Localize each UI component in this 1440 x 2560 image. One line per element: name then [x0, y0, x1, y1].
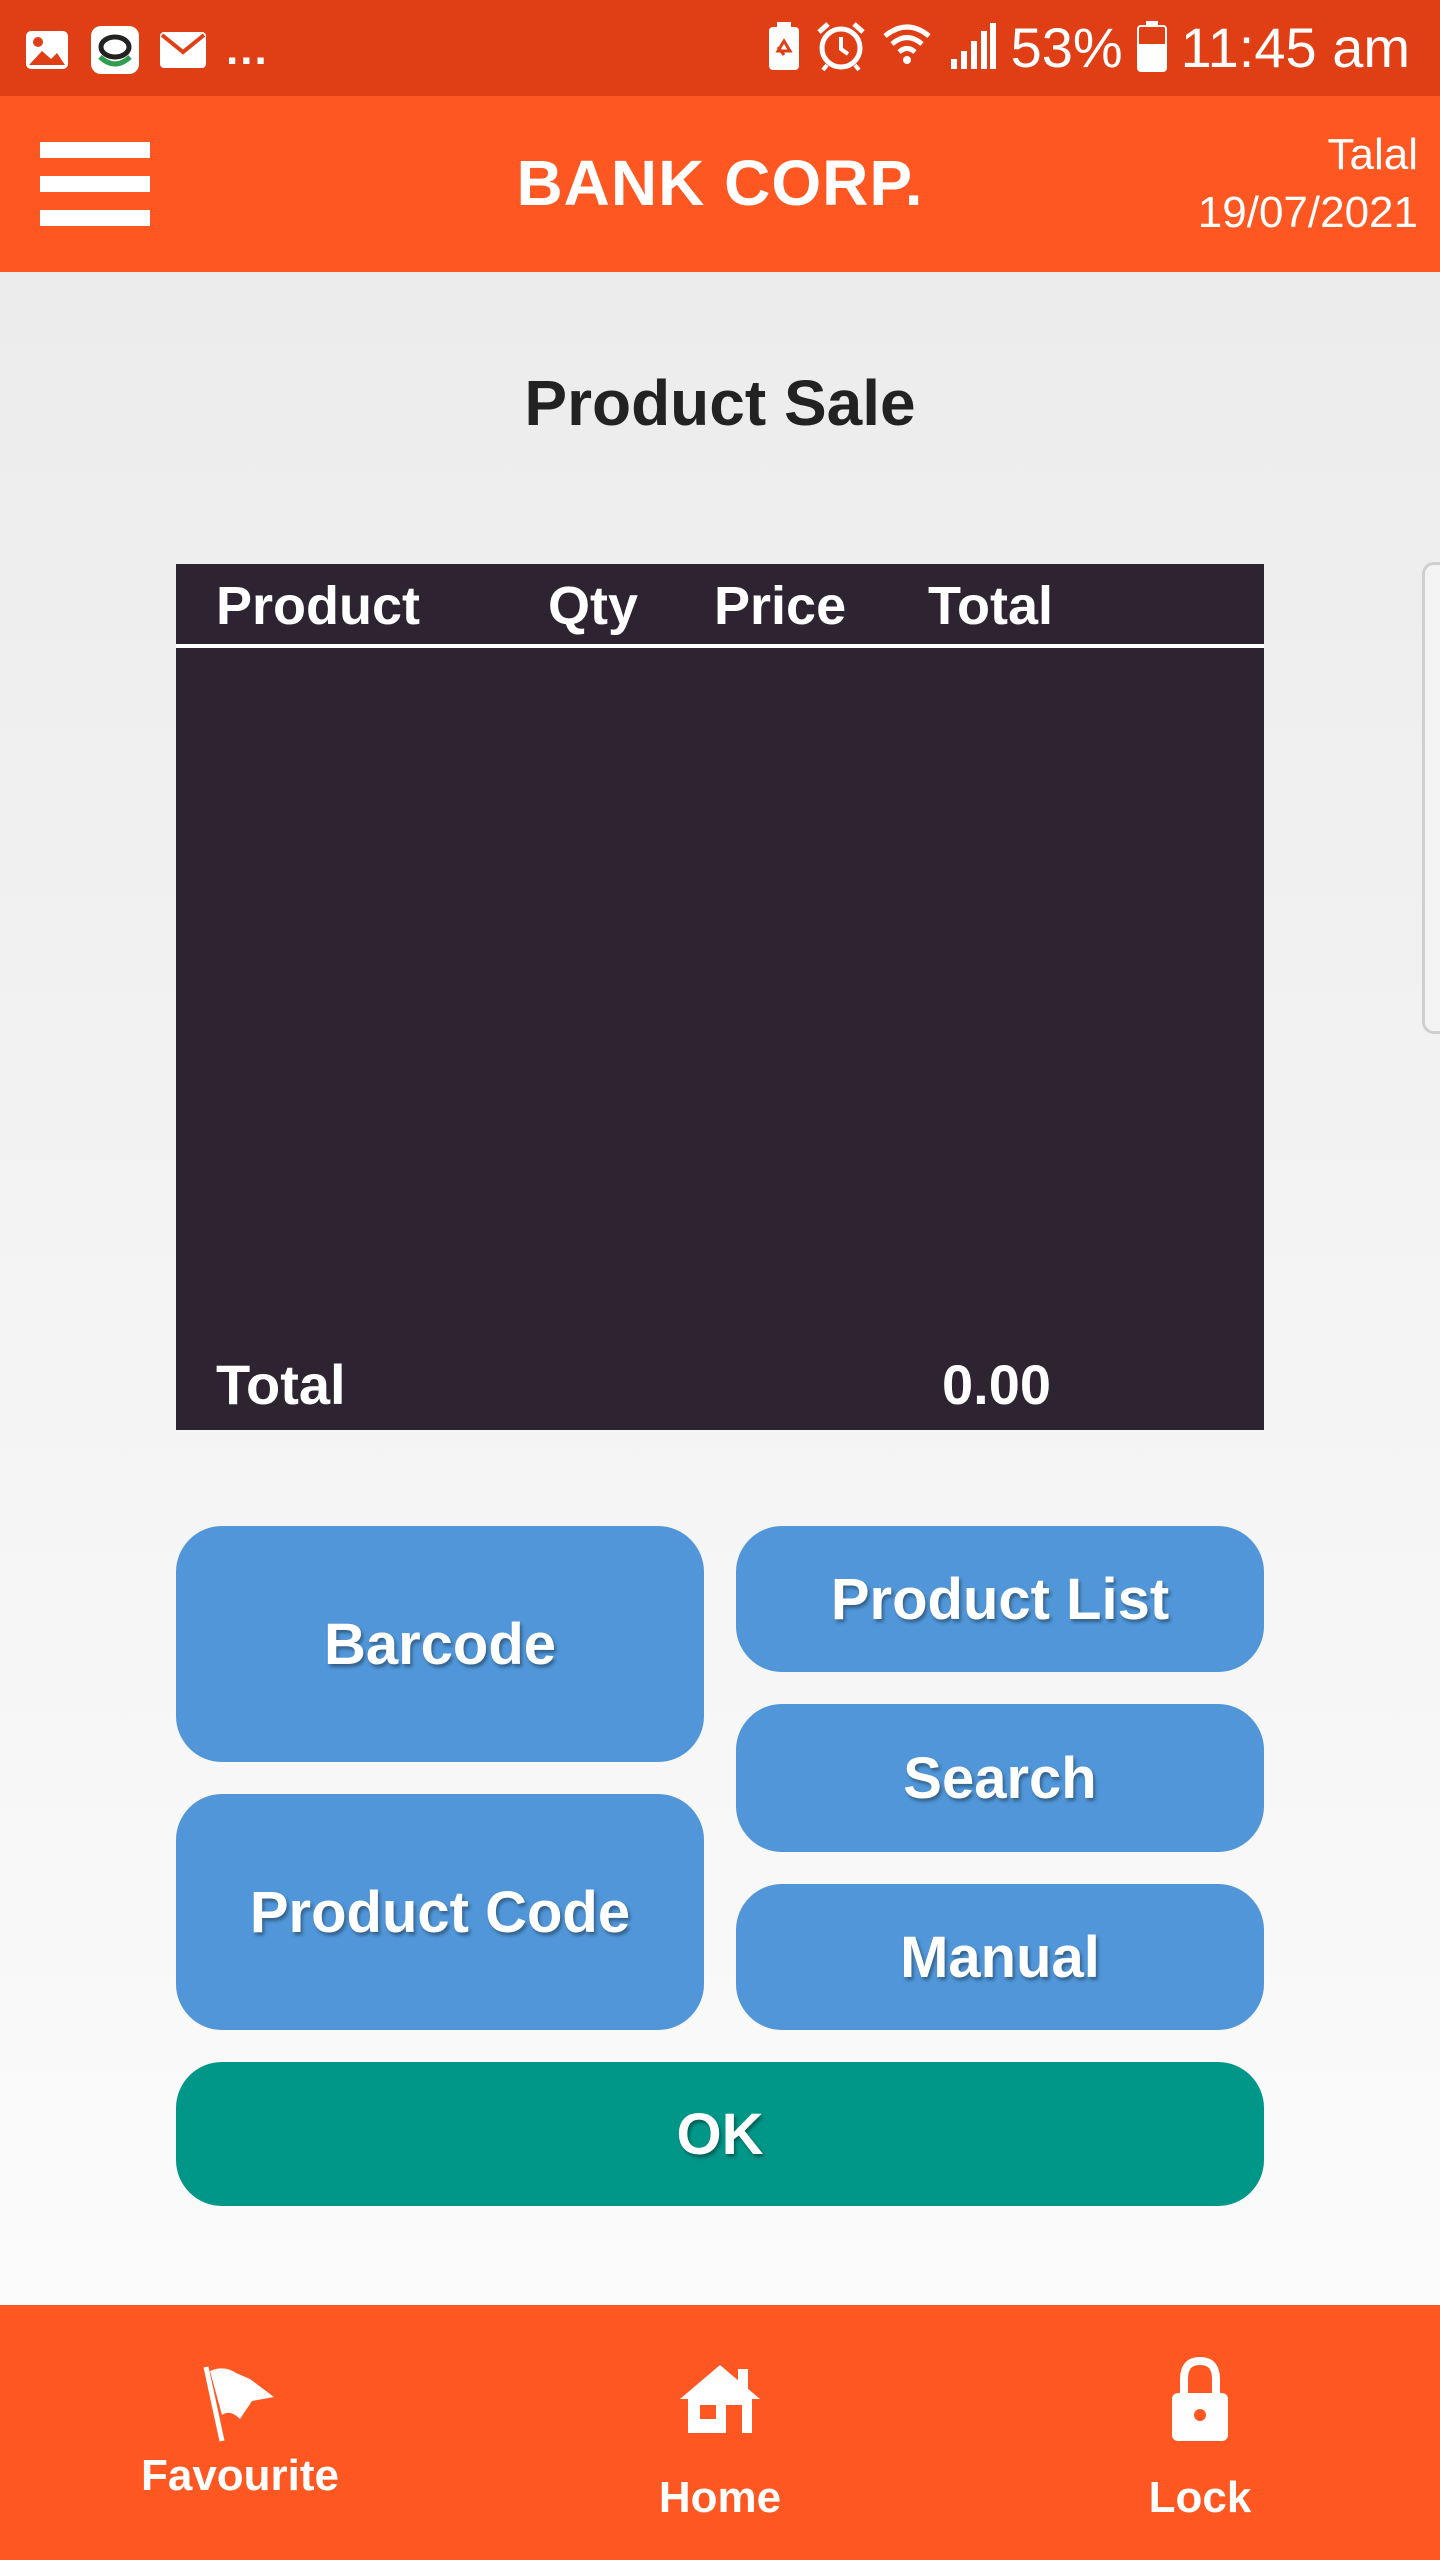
page-title: Product Sale [524, 367, 916, 439]
flag-icon [110, 2363, 370, 2445]
nav-item-home[interactable]: Home [590, 2305, 850, 2560]
mail-icon [158, 25, 208, 75]
nav-item-lock[interactable]: Lock [1070, 2305, 1330, 2560]
search-button[interactable]: Search [736, 1704, 1264, 1852]
gallery-icon [22, 25, 72, 75]
manual-button[interactable]: Manual [736, 1884, 1264, 2030]
lock-icon [1070, 2355, 1330, 2443]
table-header-row: Product Qty Price Total [176, 564, 1264, 648]
nav-label-favourite: Favourite [140, 2451, 340, 2500]
column-header-price: Price [714, 576, 847, 636]
current-date: 19/07/2021 [1197, 188, 1418, 237]
user-name: Talal [1327, 130, 1419, 179]
app-header: BANK CORP. Talal 19/07/2021 [0, 96, 1440, 272]
notification-icons: ... [22, 22, 269, 78]
battery-icon [1136, 20, 1167, 77]
app-notification-icon [90, 25, 140, 75]
total-value: 0.00 [942, 1353, 1051, 1416]
nav-item-favourite[interactable]: Favourite [110, 2305, 370, 2560]
side-panel-handle[interactable] [1422, 562, 1440, 1034]
product-code-button[interactable]: Product Code [176, 1794, 704, 2030]
barcode-button[interactable]: Barcode [176, 1526, 704, 1762]
ok-button[interactable]: OK [176, 2062, 1264, 2206]
product-list-button[interactable]: Product List [736, 1526, 1264, 1672]
home-icon [590, 2361, 850, 2437]
signal-icon [947, 21, 997, 76]
bottom-navigation: Favourite Home Lock [0, 2305, 1440, 2560]
status-bar: ... 53% 11:45 am [0, 0, 1440, 96]
table-total-row: Total 0.00 [176, 1342, 1264, 1430]
nav-label-home: Home [658, 2473, 782, 2522]
clock: 11:45 am [1180, 16, 1410, 79]
system-status: 53% 11:45 am [767, 18, 1410, 78]
total-label: Total [216, 1353, 346, 1416]
column-header-total: Total [928, 576, 1053, 636]
battery-percent: 53% [1010, 16, 1123, 79]
table-body[interactable] [176, 652, 1264, 1342]
column-header-product: Product [216, 576, 421, 636]
main-content: Product Sale Product Qty Price Total Tot… [0, 272, 1440, 2305]
battery-saver-icon [767, 21, 801, 76]
alarm-icon [815, 20, 867, 77]
nav-label-lock: Lock [1148, 2473, 1252, 2522]
user-info: Talal 19/07/2021 [1198, 126, 1418, 242]
column-header-qty: Qty [548, 576, 639, 636]
wifi-icon [881, 20, 933, 77]
more-notifications-indicator: ... [226, 25, 269, 74]
sale-items-table: Product Qty Price Total Total 0.00 [176, 564, 1264, 1430]
